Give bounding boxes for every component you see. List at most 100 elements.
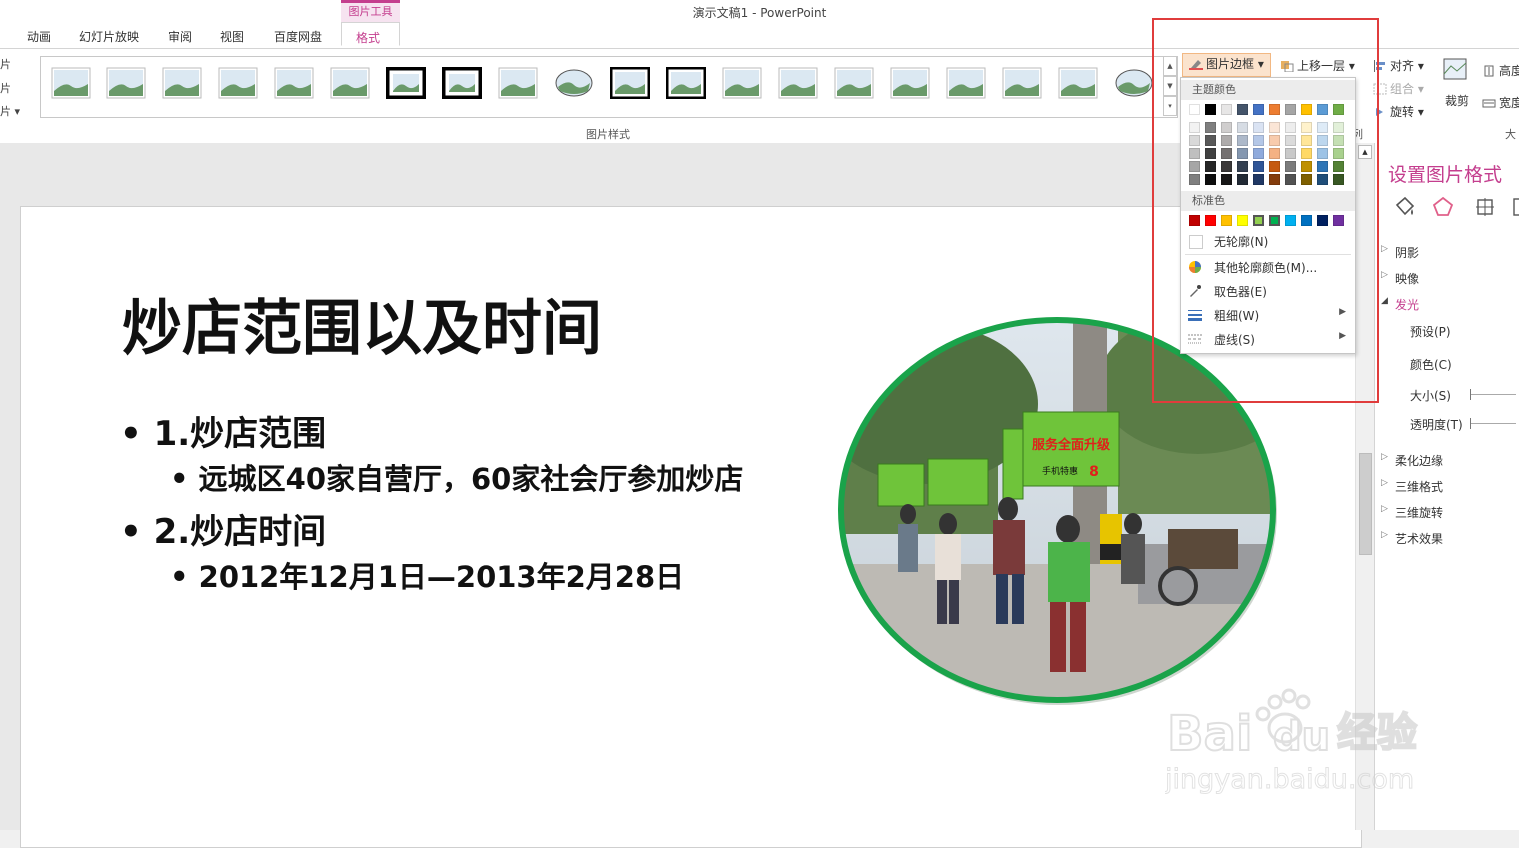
glow-size-slider[interactable] (1470, 389, 1516, 400)
section-3d-format[interactable]: ▷ 三维格式 (1381, 478, 1444, 495)
picture-style-thumbnail[interactable] (498, 67, 538, 99)
picture-style-thumbnail[interactable] (890, 67, 930, 99)
width-label: 宽度 (1499, 96, 1519, 110)
bullet-text: 远城区40家自营厅，60家社会厅参加炒店 (198, 462, 744, 496)
picture-style-thumbnail[interactable] (778, 67, 818, 99)
slide-title[interactable]: 炒店范围以及时间 (122, 280, 602, 367)
picture-style-thumbnail[interactable] (554, 67, 594, 99)
picture-style-thumbnail[interactable] (946, 67, 986, 99)
picture-style-thumbnail[interactable] (106, 67, 146, 99)
bullet-level2[interactable]: • 2012年12月1日—2013年2月28日 (170, 554, 684, 596)
scrollbar-thumb[interactable] (1359, 453, 1372, 555)
tab-baidu-netdisk[interactable]: 百度网盘 (274, 28, 322, 45)
picture-style-thumbnail[interactable] (274, 67, 314, 99)
rotate-button[interactable]: 旋转 ▾ (1373, 103, 1424, 120)
section-label: 三维格式 (1395, 480, 1444, 494)
size-properties-icon[interactable] (1473, 195, 1497, 219)
landscape-icon (442, 67, 482, 99)
picture-style-thumbnail[interactable] (386, 67, 426, 99)
picture-style-thumbnail[interactable] (1058, 67, 1098, 99)
section-artistic-effects[interactable]: ▷ 艺术效果 (1381, 530, 1444, 547)
picture-style-thumbnail[interactable] (1114, 67, 1154, 99)
tab-review[interactable]: 审阅 (168, 28, 192, 45)
glow-size[interactable]: 大小(S) (1410, 387, 1451, 404)
landscape-icon (1115, 69, 1153, 97)
effects-pentagon-icon[interactable] (1431, 195, 1455, 219)
landscape-icon (218, 67, 258, 99)
picture-style-thumbnail[interactable] (330, 67, 370, 99)
section-label: 三维旋转 (1395, 506, 1444, 520)
picture-icon[interactable] (1511, 195, 1519, 219)
width-icon (1482, 97, 1496, 109)
picture-style-thumbnail[interactable] (610, 67, 650, 99)
landscape-icon (330, 67, 370, 99)
group-button[interactable]: 组合 ▾ (1373, 80, 1424, 97)
bullet-text: 2012年12月1日—2013年2月28日 (198, 560, 685, 594)
glow-transparency[interactable]: 透明度(T) (1410, 416, 1463, 433)
tab-slideshow[interactable]: 幻灯片放映 (79, 28, 139, 45)
bullet-level1[interactable]: • 2.炒店时间 (120, 504, 326, 553)
picture-style-thumbnail[interactable] (834, 67, 874, 99)
picture-styles-gallery (40, 56, 1178, 118)
picture-style-thumbnail[interactable] (51, 67, 91, 99)
landscape-icon (106, 67, 146, 99)
watermark-url: jingyan.baidu.com (1165, 764, 1414, 795)
align-button[interactable]: 对齐 ▾ (1373, 57, 1424, 74)
tab-format[interactable]: 格式 (341, 22, 400, 46)
section-label: 阴影 (1395, 246, 1420, 260)
section-glow[interactable]: ◢ 发光 (1381, 296, 1420, 313)
picture-style-thumbnail[interactable] (442, 67, 482, 99)
picture-style-thumbnail[interactable] (722, 67, 762, 99)
width-field[interactable]: 宽度 (1482, 94, 1519, 111)
section-3d-rotation[interactable]: ▷ 三维旋转 (1381, 504, 1444, 521)
rotate-label: 旋转 (1390, 105, 1415, 119)
section-label: 发光 (1395, 298, 1420, 312)
tab-animations[interactable]: 动画 (27, 28, 51, 45)
fill-line-icon[interactable] (1393, 195, 1417, 219)
bullet-level2[interactable]: • 远城区40家自营厅，60家社会厅参加炒店 (170, 456, 743, 498)
crop-button[interactable]: 裁剪 (1441, 56, 1475, 116)
group-label: 组合 (1390, 82, 1415, 96)
glow-transparency-slider[interactable] (1470, 418, 1516, 429)
tab-view[interactable]: 视图 (220, 28, 244, 45)
section-reflection[interactable]: ▷ 映像 (1381, 270, 1420, 287)
landscape-icon (722, 67, 762, 99)
baidu-jingyan-watermark: Bai du 经验 jingyan.baidu.com (1165, 688, 1418, 796)
bullet-text: 2.炒店时间 (153, 512, 327, 552)
section-label: 艺术效果 (1395, 532, 1444, 546)
annotation-highlight-box (1152, 18, 1379, 403)
landscape-icon (51, 67, 91, 99)
align-label: 对齐 (1390, 59, 1415, 73)
picture-style-thumbnail[interactable] (162, 67, 202, 99)
picture-style-thumbnail[interactable] (1002, 67, 1042, 99)
ribbon-truncated-label[interactable]: 片 (0, 56, 11, 72)
landscape-icon (555, 69, 593, 97)
crop-label: 裁剪 (1445, 94, 1470, 108)
sign-text: 服务全面升级 (1032, 437, 1111, 453)
landscape-icon (386, 67, 426, 99)
picture-style-thumbnail[interactable] (218, 67, 258, 99)
landscape-icon (946, 67, 986, 99)
watermark-brand: Bai (1167, 706, 1252, 762)
landscape-icon (778, 67, 818, 99)
ribbon-truncated-label[interactable]: 片 ▾ (0, 103, 20, 119)
section-label: 柔化边缘 (1395, 454, 1444, 468)
section-label: 映像 (1395, 272, 1420, 286)
landscape-icon (834, 67, 874, 99)
row-label: 颜色(C) (1410, 358, 1452, 372)
glow-preset[interactable]: 预设(P) (1410, 323, 1451, 340)
glow-color[interactable]: 颜色(C) (1410, 356, 1452, 373)
height-field[interactable]: 高度 (1482, 62, 1519, 79)
landscape-icon (666, 67, 706, 99)
row-label: 预设(P) (1410, 325, 1451, 339)
landscape-icon (610, 67, 650, 99)
row-label: 大小(S) (1410, 389, 1451, 403)
section-soft-edges[interactable]: ▷ 柔化边缘 (1381, 452, 1444, 469)
landscape-icon (274, 67, 314, 99)
section-shadow[interactable]: ▷ 阴影 (1381, 244, 1420, 261)
height-icon (1482, 65, 1496, 77)
bullet-level1[interactable]: • 1.炒店范围 (120, 406, 326, 455)
picture-style-thumbnail[interactable] (666, 67, 706, 99)
landscape-icon (162, 67, 202, 99)
ribbon-truncated-label[interactable]: 片 (0, 80, 11, 96)
